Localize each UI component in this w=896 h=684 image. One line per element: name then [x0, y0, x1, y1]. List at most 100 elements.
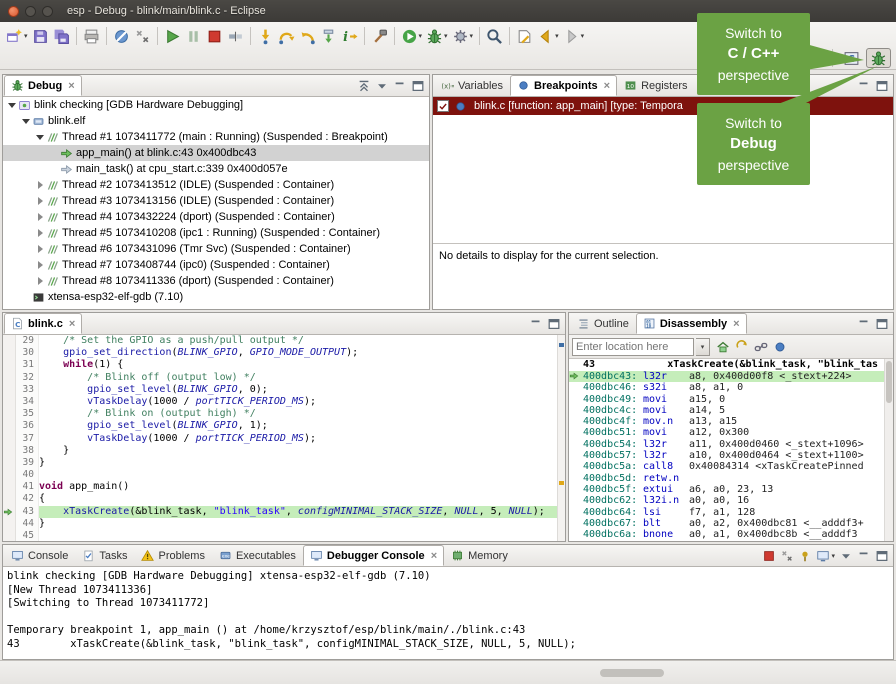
disassembly-line[interactable]: 400dbc6a:bnonea0, a1, 0x400dbc8b <__addd… [569, 529, 893, 540]
forward-button[interactable]: ▾ [561, 25, 587, 47]
back-button[interactable]: ▾ [535, 25, 561, 47]
disassembly-line[interactable]: 400dbc5d:retw.n [569, 473, 893, 484]
maximize-icon[interactable] [409, 75, 427, 97]
step-over-button[interactable] [276, 25, 297, 47]
tab-debugger-console[interactable]: Debugger Console× [303, 545, 444, 566]
disassembly-line[interactable]: 400dbc46:s32ia8, a1, 0 [569, 382, 893, 393]
terminate-icon[interactable] [760, 545, 778, 567]
disassembly-line[interactable]: 400dbc49:movia15, 0 [569, 394, 893, 405]
disassembly-line[interactable]: 400dbc67:blta0, a2, 0x400dbc81 <__adddf3… [569, 518, 893, 529]
disassembly-line[interactable]: 400dbc5f:extuia6, a0, 23, 13 [569, 484, 893, 495]
tab-memory[interactable]: Memory [444, 545, 515, 566]
tab-outline[interactable]: Outline [570, 313, 636, 334]
tab-blink-c[interactable]: Cblink.c× [4, 313, 82, 334]
code-line[interactable]: 38 } [3, 445, 565, 457]
show-pc-icon[interactable] [714, 336, 732, 358]
drop-to-frame-button[interactable] [318, 25, 339, 47]
code-line[interactable]: 37 vTaskDelay(1000 / portTICK_PERIOD_MS)… [3, 433, 565, 445]
code-line[interactable]: 43 xTaskCreate(&blink_task, "blink_task"… [3, 506, 565, 518]
run-button[interactable]: ▾ [399, 25, 425, 47]
code-line[interactable]: 31 while(1) { [3, 359, 565, 371]
tab-variables[interactable]: (x)=Variables [434, 75, 510, 96]
code-line[interactable]: 34 vTaskDelay(1000 / portTICK_PERIOD_MS)… [3, 396, 565, 408]
tree-expander-icon[interactable] [7, 100, 17, 110]
view-menu-icon[interactable] [373, 75, 391, 97]
close-icon[interactable]: × [733, 318, 739, 330]
disconnect-button[interactable] [225, 25, 246, 47]
maximize-icon[interactable] [545, 313, 563, 335]
close-icon[interactable]: × [69, 318, 75, 330]
code-line[interactable]: 45 [3, 530, 565, 541]
tab-registers[interactable]: 10Registers [617, 75, 694, 96]
code-line[interactable]: 39} [3, 457, 565, 469]
print-button[interactable] [81, 25, 102, 47]
tree-expander-icon[interactable] [35, 196, 45, 206]
horizontal-scrollbar[interactable] [600, 669, 664, 677]
remove-all-terminated-button[interactable] [132, 25, 153, 47]
terminate-button[interactable] [204, 25, 225, 47]
code-line[interactable]: 29 /* Set the GPIO as a push/pull output… [3, 335, 565, 347]
code-line[interactable]: 44} [3, 518, 565, 530]
remove-launch-icon[interactable] [778, 545, 796, 567]
debug-tree-item[interactable]: Thread #5 1073410208 (ipc1 : Running) (S… [3, 225, 429, 241]
debug-tree-item[interactable]: Thread #6 1073431096 (Tmr Svc) (Suspende… [3, 241, 429, 257]
tree-expander-icon[interactable] [21, 116, 31, 126]
instruction-stepping-button[interactable]: i [339, 25, 360, 47]
disassembly-line[interactable]: 400dbc43:l32ra8, 0x400d00f8 <_stext+224> [569, 371, 893, 382]
display-selected-console-icon[interactable]: ▾ [814, 545, 837, 567]
tab-tasks[interactable]: Tasks [75, 545, 134, 566]
new-wizard-button[interactable]: ▾ [4, 25, 30, 47]
tab-executables[interactable]: exeExecutables [212, 545, 303, 566]
build-button[interactable] [369, 25, 390, 47]
last-edit-location-button[interactable] [514, 25, 535, 47]
debug-tree-item[interactable]: app_main() at blink.c:43 0x400dbc43 [3, 145, 429, 161]
disassembly-line[interactable]: 400dbc62:l32i.na0, a0, 16 [569, 495, 893, 506]
breakpoint-checkbox[interactable] [437, 100, 449, 112]
suspend-button[interactable] [183, 25, 204, 47]
minimize-icon[interactable] [391, 75, 409, 97]
skip-all-breakpoints-button[interactable] [111, 25, 132, 47]
debug-tree-item[interactable]: Thread #8 1073411336 (dport) (Suspended … [3, 273, 429, 289]
code-editor[interactable]: 29 /* Set the GPIO as a push/pull output… [3, 335, 565, 541]
tab-disassembly[interactable]: 0110Disassembly× [636, 313, 747, 334]
minimize-icon[interactable] [855, 313, 873, 335]
close-icon[interactable]: × [604, 80, 610, 92]
debug-button[interactable]: ▾ [424, 25, 450, 47]
location-dropdown-icon[interactable]: ▾ [696, 338, 710, 356]
step-return-button[interactable] [297, 25, 318, 47]
code-line[interactable]: 41void app_main() [3, 481, 565, 493]
overview-ruler[interactable] [557, 335, 565, 541]
resume-button[interactable] [162, 25, 183, 47]
tree-expander-icon[interactable] [35, 132, 45, 142]
code-line[interactable]: 42{ [3, 493, 565, 505]
close-icon[interactable]: × [68, 80, 74, 92]
window-minimize-button[interactable] [25, 6, 36, 17]
tree-expander-icon[interactable] [35, 212, 45, 222]
code-line[interactable]: 30 gpio_set_direction(BLINK_GPIO, GPIO_M… [3, 347, 565, 359]
disassembly-line[interactable]: 400dbc64:lsif7, a1, 128 [569, 507, 893, 518]
toggle-breakpoint-icon[interactable] [771, 336, 789, 358]
debug-tree-item[interactable]: Thread #4 1073432224 (dport) (Suspended … [3, 209, 429, 225]
code-line[interactable]: 35 /* Blink on (output high) */ [3, 408, 565, 420]
save-all-button[interactable] [51, 25, 72, 47]
debug-tree-item[interactable]: main_task() at cpu_start.c:339 0x400d057… [3, 161, 429, 177]
window-maximize-button[interactable] [42, 6, 53, 17]
tab-debug[interactable]: Debug× [4, 75, 82, 96]
disassembly-line[interactable]: 400dbc4c:movia14, 5 [569, 405, 893, 416]
code-line[interactable]: 32 /* Blink off (output low) */ [3, 372, 565, 384]
external-tools-button[interactable]: ▾ [450, 25, 476, 47]
refresh-icon[interactable] [733, 336, 751, 358]
step-into-button[interactable] [255, 25, 276, 47]
tree-expander-icon[interactable] [35, 244, 45, 254]
tree-expander-icon[interactable] [35, 228, 45, 238]
view-menu-icon[interactable] [837, 545, 855, 567]
debug-tree-item[interactable]: xtensa-esp32-elf-gdb (7.10) [3, 289, 429, 305]
debugger-console-output[interactable]: blink checking [GDB Hardware Debugging] … [3, 567, 893, 659]
disassembly-line[interactable]: 400dbc4f:mov.na13, a15 [569, 416, 893, 427]
disassembly-view[interactable]: 43 xTaskCreate(&blink_task, "blink_tas 4… [569, 359, 893, 541]
debug-tree-item[interactable]: Thread #3 1073413156 (IDLE) (Suspended :… [3, 193, 429, 209]
tab-console[interactable]: Console [4, 545, 75, 566]
disassembly-scrollbar[interactable] [884, 359, 893, 541]
debug-tree-item[interactable]: Thread #1 1073411772 (main : Running) (S… [3, 129, 429, 145]
code-line[interactable]: 40 [3, 469, 565, 481]
